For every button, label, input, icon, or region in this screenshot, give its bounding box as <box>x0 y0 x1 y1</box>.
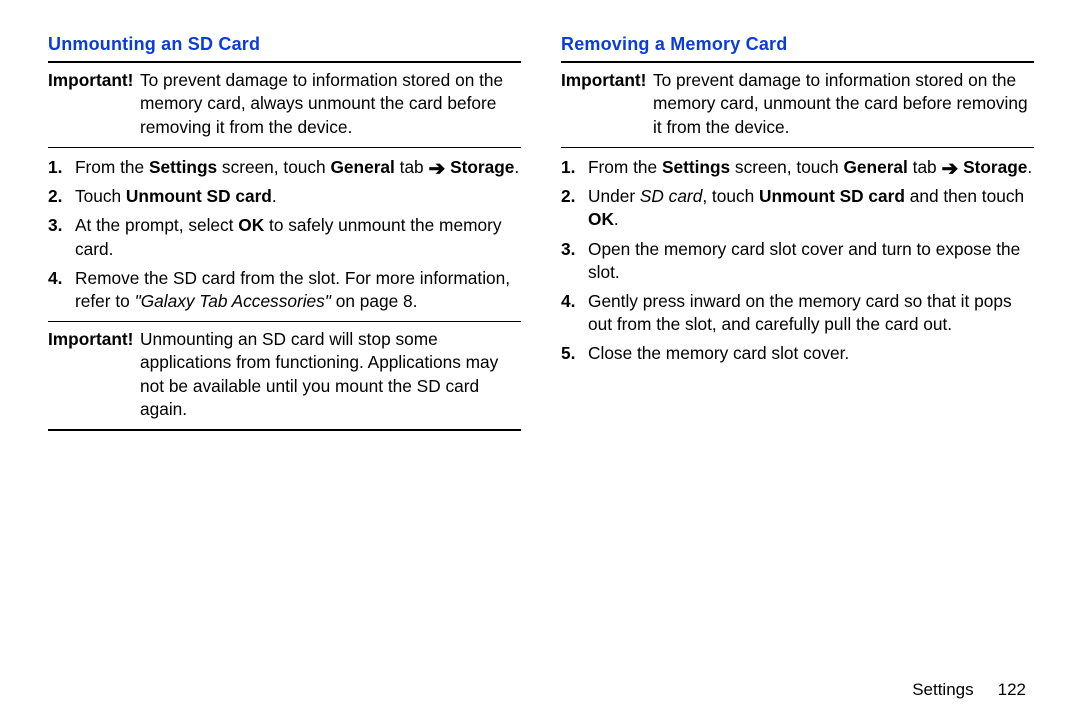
bold: Unmount SD card <box>759 186 905 206</box>
list-item: At the prompt, select OK to safely unmou… <box>48 214 521 260</box>
italic: SD card <box>640 186 702 206</box>
text: and then touch <box>905 186 1024 206</box>
important-label: Important! <box>48 69 140 139</box>
bold: OK <box>588 209 614 229</box>
important-text: To prevent damage to information stored … <box>140 69 521 139</box>
text: Open the memory card slot cover and turn… <box>588 238 1034 284</box>
steps-list-right: From the Settings screen, touch General … <box>561 156 1034 365</box>
footer-section: Settings <box>912 680 973 699</box>
text: Gently press inward on the memory card s… <box>588 290 1034 336</box>
list-item: Remove the SD card from the slot. For mo… <box>48 267 521 313</box>
bold: Storage <box>963 157 1027 177</box>
divider <box>48 429 521 431</box>
divider <box>48 147 521 148</box>
text: screen, touch <box>730 157 843 177</box>
bold: Settings <box>149 157 217 177</box>
bold: Unmount SD card <box>126 186 272 206</box>
list-item: From the Settings screen, touch General … <box>48 156 521 179</box>
steps-list-left: From the Settings screen, touch General … <box>48 156 521 313</box>
list-item: Touch Unmount SD card. <box>48 185 521 208</box>
important-label: Important! <box>48 328 140 421</box>
bold: General <box>330 157 394 177</box>
important-label: Important! <box>561 69 653 139</box>
text: . <box>272 186 277 206</box>
important-note-1: Important! To prevent damage to informat… <box>561 63 1034 147</box>
text: . <box>1027 157 1032 177</box>
important-note-1: Important! To prevent damage to informat… <box>48 63 521 147</box>
text: Close the memory card slot cover. <box>588 342 1034 365</box>
text: on page 8. <box>331 291 417 311</box>
text: tab <box>395 157 429 177</box>
divider <box>561 147 1034 148</box>
important-text: Unmounting an SD card will stop some app… <box>140 328 521 421</box>
text: tab <box>908 157 942 177</box>
text: . <box>614 209 619 229</box>
list-item: Close the memory card slot cover. <box>561 342 1034 365</box>
important-note-2: Important! Unmounting an SD card will st… <box>48 322 521 429</box>
text: Touch <box>75 186 126 206</box>
page-footer: Settings 122 <box>912 680 1026 700</box>
footer-page-number: 122 <box>998 680 1026 699</box>
text: , touch <box>702 186 759 206</box>
list-item: Under SD card, touch Unmount SD card and… <box>561 185 1034 231</box>
bold: Settings <box>662 157 730 177</box>
important-text: To prevent damage to information stored … <box>653 69 1034 139</box>
text: From the <box>588 157 662 177</box>
italic: "Galaxy Tab Accessories" <box>135 291 331 311</box>
text: screen, touch <box>217 157 330 177</box>
text: From the <box>75 157 149 177</box>
text: Under <box>588 186 640 206</box>
text: At the prompt, select <box>75 215 238 235</box>
list-item: Gently press inward on the memory card s… <box>561 290 1034 336</box>
heading-unmounting: Unmounting an SD Card <box>48 34 521 55</box>
list-item: From the Settings screen, touch General … <box>561 156 1034 179</box>
right-column: Removing a Memory Card Important! To pre… <box>561 34 1034 431</box>
left-column: Unmounting an SD Card Important! To prev… <box>48 34 521 431</box>
text: . <box>514 157 519 177</box>
list-item: Open the memory card slot cover and turn… <box>561 238 1034 284</box>
bold: OK <box>238 215 264 235</box>
heading-removing: Removing a Memory Card <box>561 34 1034 55</box>
bold: General <box>843 157 907 177</box>
bold: Storage <box>450 157 514 177</box>
